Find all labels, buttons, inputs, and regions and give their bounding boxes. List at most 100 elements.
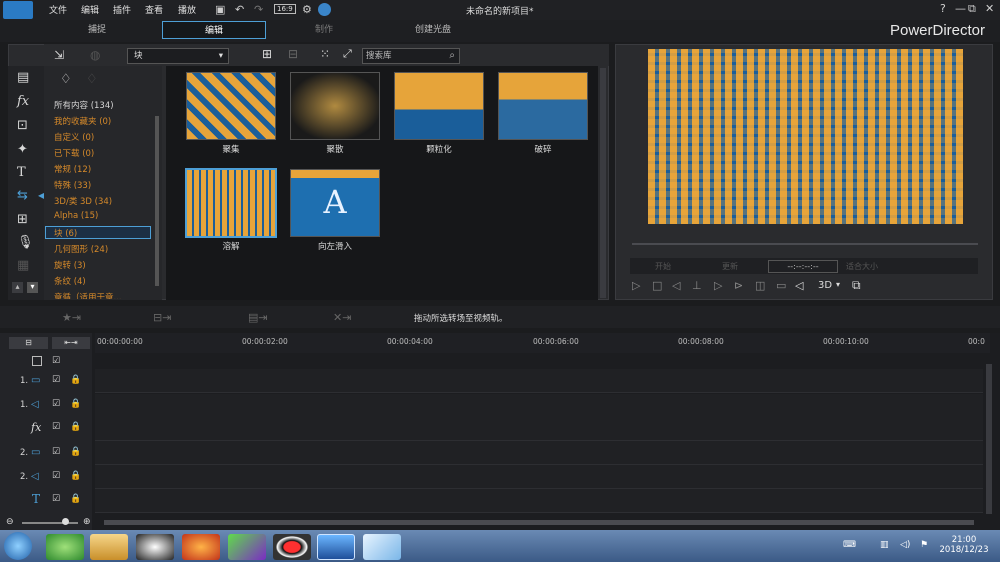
thumbnail-scrollbar[interactable] [600,68,606,298]
transition-thumbnail[interactable] [394,72,484,140]
track-enable-checkbox[interactable]: ☑ [52,471,60,481]
qq-icon[interactable] [136,534,174,560]
menu-play[interactable]: 播放 [178,3,196,16]
track-enable-checkbox[interactable]: ☑ [52,399,60,409]
fit-size-dropdown[interactable]: 适合大小 [846,261,878,272]
transition-thumbnail[interactable] [498,72,588,140]
mark-in-button[interactable]: 开始 [655,261,671,272]
tab-edit[interactable]: 编辑 [162,21,266,39]
track-enable-checkbox[interactable]: ☑ [52,375,60,385]
category-item[interactable]: 几何图形 (24) [54,243,108,255]
category-item[interactable]: Alpha (15) [54,211,98,221]
zoom-slider[interactable] [22,522,78,524]
media-room-icon[interactable]: ▤ [17,70,29,85]
keyboard-icon[interactable]: ⌨ [843,540,856,550]
split-icon[interactable]: ⊥ [692,279,702,292]
network-icon[interactable]: ▥ [880,540,889,550]
enable-all-checkbox[interactable]: ☑ [52,356,60,366]
add-favorite-icon[interactable]: ♢ [60,72,72,87]
effect-track[interactable] [95,417,983,441]
timeline-vertical-scrollbar[interactable] [986,364,992,514]
category-item[interactable]: 自定义 (0) [54,131,94,143]
menu-file[interactable]: 文件 [49,3,67,16]
next-frame-icon[interactable]: ▷ [714,279,722,292]
chevron-down-icon[interactable]: ▾ [836,280,840,289]
search-icon[interactable]: ⌕ [449,49,455,63]
chapter-room-icon[interactable]: ▦ [17,258,29,273]
cross-transition-icon[interactable]: ✕⇥ [333,311,351,324]
audio-mixing-icon[interactable]: ⊞ [17,212,28,227]
track-enable-checkbox[interactable]: ☑ [52,494,60,504]
upload-icon[interactable] [318,3,331,16]
flag-icon[interactable]: ⚑ [920,540,928,550]
replace-icon[interactable]: ⊟ [288,47,298,61]
lock-icon[interactable]: 🔒 [70,494,81,504]
transition-thumbnail[interactable] [290,72,380,140]
particle-room-icon[interactable]: ✦ [17,142,28,157]
close-button[interactable]: ✕ [985,2,994,15]
maximize-button[interactable]: ⧉ [968,2,976,16]
overlap-transition-icon[interactable]: ▤⇥ [248,311,268,324]
category-item[interactable]: 章循（适用于章... [54,291,122,299]
zoom-out-icon[interactable]: ⊖ [6,517,14,527]
firefox-icon[interactable] [182,534,220,560]
volume-icon[interactable]: ▭ [776,279,786,292]
video-track-2[interactable] [95,441,983,465]
file-explorer-icon[interactable] [90,534,128,560]
speaker-icon[interactable]: ◁ [795,279,803,292]
tab-create-disc[interactable]: 创建光盘 [396,21,470,39]
lock-icon[interactable]: 🔒 [70,375,81,385]
category-item[interactable]: 常规 (12) [54,163,91,175]
menu-view[interactable]: 查看 [145,3,163,16]
audio-track-1[interactable] [95,394,983,418]
redo-icon[interactable]: ↷ [254,3,263,16]
track-enable-checkbox[interactable]: ☑ [52,422,60,432]
transition-room-icon[interactable]: ⇆ [17,188,28,203]
title-room-icon[interactable]: T [17,165,26,180]
storyboard-view-icon[interactable]: ⇤⇥ [52,337,90,349]
category-item[interactable]: 我的收藏夹 (0) [54,115,111,127]
prefix-transition-icon[interactable]: ⊟⇥ [153,311,171,324]
transition-thumbnail-selected[interactable] [185,168,277,238]
snapshot-icon[interactable]: ◫ [755,279,765,292]
fast-forward-icon[interactable]: ⊳ [734,279,743,292]
lock-icon[interactable]: 🔒 [70,471,81,481]
track-enable-checkbox[interactable]: ☑ [52,447,60,457]
notepad-icon[interactable] [363,534,401,560]
category-scrollbar[interactable] [155,116,159,286]
voice-over-icon[interactable]: 🎙 [17,235,34,250]
timecode-display[interactable]: --:--:--:-- [768,260,838,273]
search-input[interactable]: 搜索库 ⌕ [362,48,460,64]
media-app-icon[interactable] [228,534,266,560]
help-button[interactable]: ? [940,2,946,15]
pip-room-icon[interactable]: ⊡ [17,118,28,133]
system-clock[interactable]: 21:00 2018/12/23 [934,535,994,555]
lock-icon[interactable]: 🔒 [70,399,81,409]
3d-mode-button[interactable]: 3D [818,280,832,291]
app-360-icon[interactable] [46,534,84,560]
grid-view-icon[interactable]: ⁙ [320,47,330,61]
video-track-1[interactable] [95,369,983,393]
stop-icon[interactable]: □ [652,279,662,292]
preview-scrubber[interactable] [632,243,978,245]
undo-icon[interactable]: ↶ [235,3,244,16]
undock-icon[interactable]: ⧉ [852,278,861,293]
title-track[interactable] [95,489,983,513]
tab-produce[interactable]: 制作 [290,21,358,39]
import-icon[interactable]: ⇲ [54,48,64,62]
category-item[interactable]: 旋转 (3) [54,259,86,271]
category-item[interactable]: 已下载 (0) [54,147,94,159]
menu-plugins[interactable]: 插件 [113,3,131,16]
add-favorite-tool-icon[interactable]: ★⇥ [62,311,81,324]
recorder-icon[interactable] [273,534,311,560]
expand-icon[interactable]: ⤢ [343,47,352,61]
scroll-down-icon[interactable]: ▾ [27,282,38,293]
category-item[interactable]: 3D/类 3D (34) [54,195,112,207]
powerdirector-taskbar-icon[interactable] [317,534,355,560]
settings-gear-icon[interactable]: ⚙ [302,3,312,16]
select-all-checkbox[interactable] [32,356,42,366]
save-icon[interactable]: ▣ [215,3,225,16]
play-icon[interactable]: ▷ [632,279,640,292]
category-dropdown[interactable]: 块 ▾ [127,48,229,64]
add-to-timeline-icon[interactable]: ⊞ [262,47,272,61]
